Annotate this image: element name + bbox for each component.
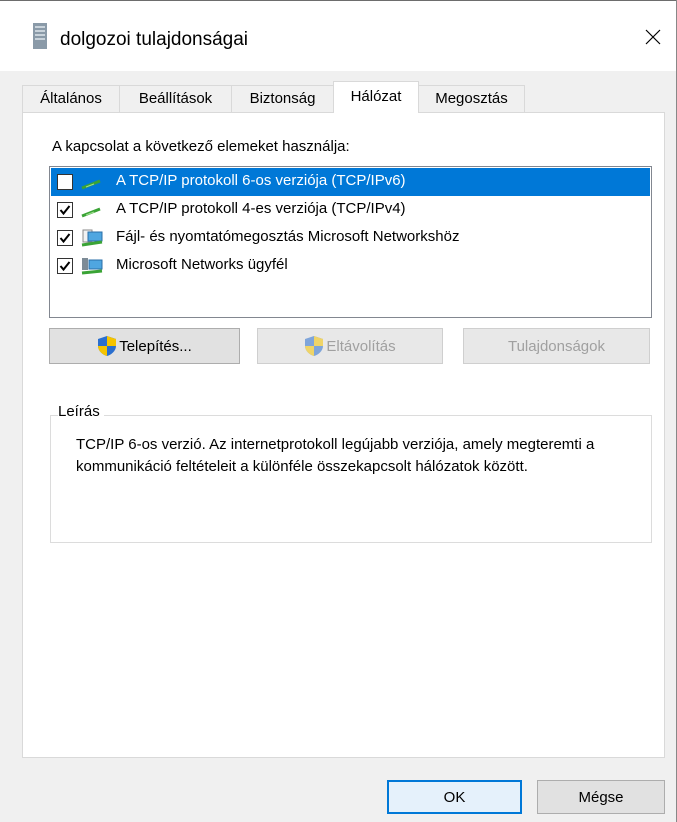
description-title: Leírás bbox=[58, 403, 104, 420]
checkmark-icon bbox=[59, 205, 71, 216]
close-icon bbox=[645, 29, 661, 45]
tab-settings[interactable]: Beállítások bbox=[119, 85, 232, 112]
tab-general[interactable]: Általános bbox=[22, 85, 120, 112]
ok-button[interactable]: OK bbox=[387, 780, 522, 814]
properties-label: Tulajdonságok bbox=[507, 337, 605, 355]
network-tab-panel: A kapcsolat a következő elemeket használ… bbox=[22, 112, 665, 758]
checkmark-icon bbox=[59, 233, 71, 244]
properties-button[interactable]: Tulajdonságok bbox=[463, 328, 650, 364]
list-item[interactable]: A TCP/IP protokoll 6-os verziója (TCP/IP… bbox=[51, 168, 650, 196]
item-label: Microsoft Networks ügyfél bbox=[116, 256, 288, 273]
network-protocol-icon bbox=[81, 207, 101, 218]
server-icon bbox=[33, 23, 47, 49]
uac-shield-icon bbox=[305, 336, 324, 356]
close-button[interactable] bbox=[630, 15, 676, 59]
install-label: Telepítés... bbox=[119, 337, 192, 355]
list-item[interactable]: Microsoft Networks ügyfél bbox=[51, 252, 650, 280]
item-checkbox[interactable] bbox=[57, 174, 73, 190]
tab-security[interactable]: Biztonság bbox=[231, 85, 334, 112]
install-button[interactable]: Telepítés... bbox=[49, 328, 240, 364]
item-label: Fájl- és nyomtatómegosztás Microsoft Net… bbox=[116, 228, 460, 245]
network-protocol-icon bbox=[81, 179, 101, 190]
description-text: TCP/IP 6-os verzió. Az internetprotokoll… bbox=[76, 436, 595, 475]
uninstall-button[interactable]: Eltávolítás bbox=[257, 328, 443, 364]
title-bar: dolgozoi tulajdonságai bbox=[0, 0, 677, 71]
tab-network[interactable]: Hálózat bbox=[333, 81, 419, 113]
item-label: A TCP/IP protokoll 6-os verziója (TCP/IP… bbox=[116, 172, 406, 189]
list-item[interactable]: A TCP/IP protokoll 4-es verziója (TCP/IP… bbox=[51, 196, 650, 224]
cancel-button[interactable]: Mégse bbox=[537, 780, 665, 814]
item-label: A TCP/IP protokoll 4-es verziója (TCP/IP… bbox=[116, 200, 406, 217]
components-list[interactable]: A TCP/IP protokoll 6-os verziója (TCP/IP… bbox=[49, 166, 652, 318]
components-label: A kapcsolat a következő elemeket használ… bbox=[52, 138, 350, 155]
tab-sharing[interactable]: Megosztás bbox=[418, 85, 525, 112]
window-title: dolgozoi tulajdonságai bbox=[60, 29, 249, 50]
list-item[interactable]: Fájl- és nyomtatómegosztás Microsoft Net… bbox=[51, 224, 650, 252]
checkmark-icon bbox=[59, 261, 71, 272]
item-checkbox[interactable] bbox=[57, 258, 73, 274]
properties-dialog: dolgozoi tulajdonságai Általános Beállít… bbox=[0, 0, 677, 822]
network-client-icon bbox=[81, 258, 103, 275]
item-checkbox[interactable] bbox=[57, 202, 73, 218]
uninstall-label: Eltávolítás bbox=[326, 337, 396, 355]
item-checkbox[interactable] bbox=[57, 230, 73, 246]
file-print-sharing-icon bbox=[81, 229, 103, 247]
uac-shield-icon bbox=[98, 336, 117, 356]
